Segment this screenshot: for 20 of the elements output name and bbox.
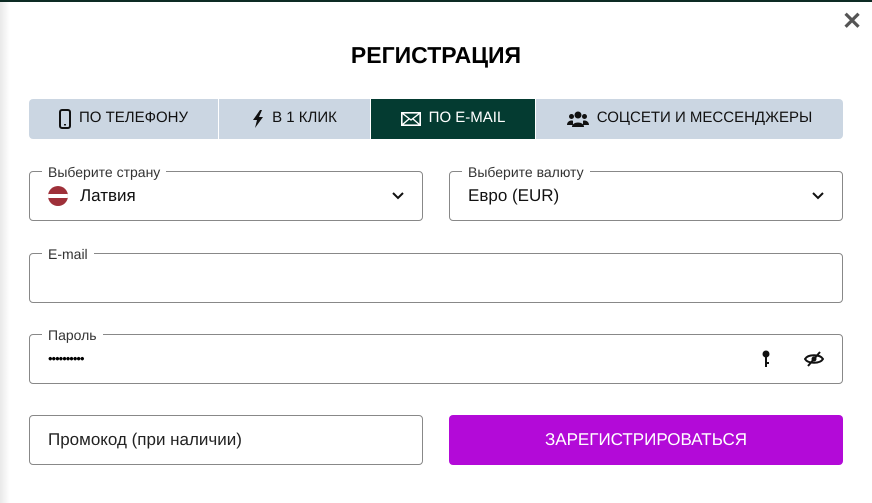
key-icon[interactable] <box>762 350 770 368</box>
promo-code-field[interactable]: Промокод (при наличии) <box>29 414 423 464</box>
chevron-icon <box>392 192 404 200</box>
close-button[interactable]: ✕ <box>842 10 862 34</box>
people-icon <box>566 110 589 126</box>
field-value: Евро (EUR) <box>468 184 560 207</box>
tab[interactable]: ПО ТЕЛЕФОНУ <box>29 98 218 138</box>
eye-slash-icon[interactable] <box>804 350 824 366</box>
dialog-title: РЕГИСТРАЦИЯ <box>350 41 522 70</box>
tab[interactable]: ПО E-MAIL <box>370 98 535 138</box>
envelope-icon <box>400 112 421 126</box>
tab[interactable]: В 1 КЛИК <box>218 98 370 138</box>
password-value: •••••••••• <box>48 350 84 368</box>
phone-icon <box>58 108 71 128</box>
tab[interactable]: СОЦСЕТИ И МЕССЕНДЖЕРЫ <box>535 98 843 138</box>
field-value: Латвия <box>80 184 136 207</box>
flag-icon <box>48 186 68 206</box>
register-button[interactable]: ЗАРЕГИСТРИРОВАТЬСЯ <box>449 414 843 464</box>
chevron-icon <box>812 192 824 200</box>
lightning-icon <box>252 110 264 128</box>
